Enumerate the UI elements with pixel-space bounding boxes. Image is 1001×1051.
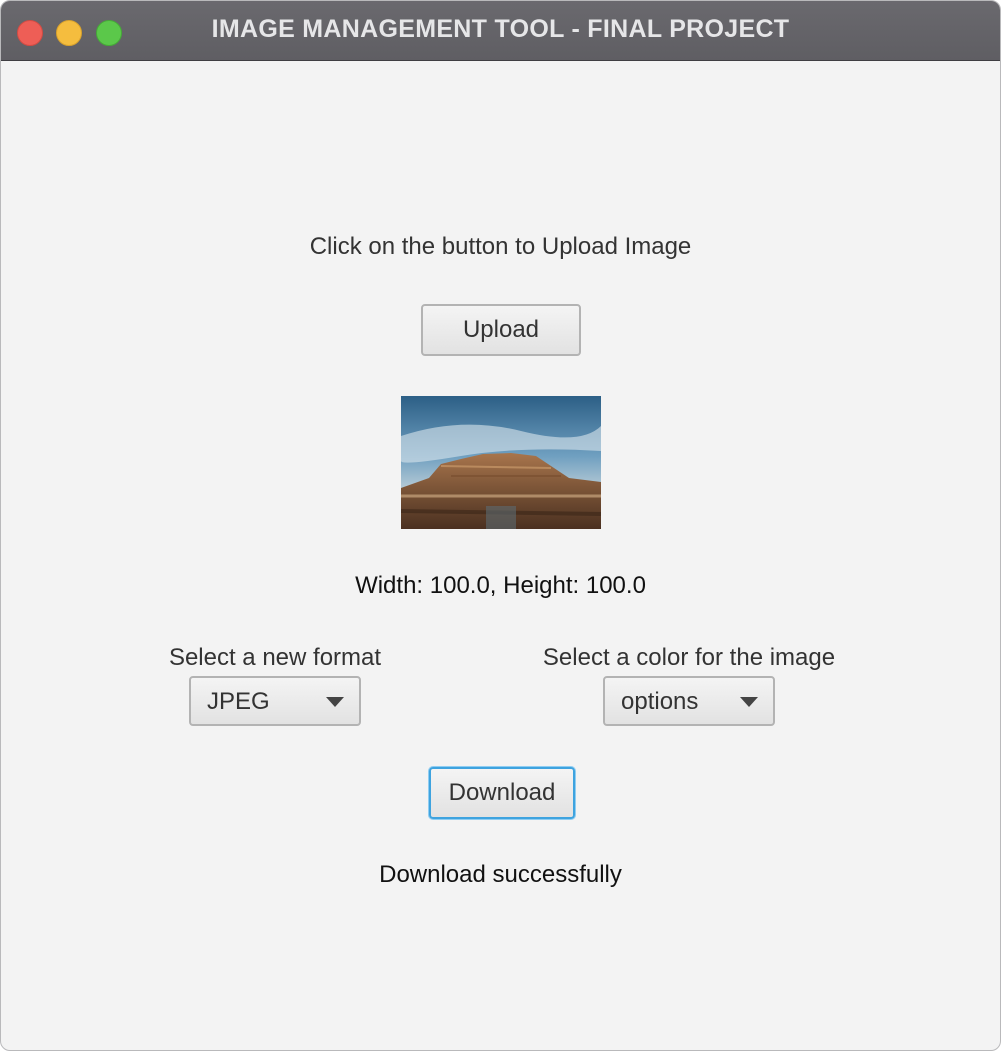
download-status: Download successfully (379, 861, 622, 888)
color-dropdown[interactable]: options (603, 676, 775, 726)
color-label: Select a color for the image (542, 644, 836, 671)
upload-button[interactable]: Upload (421, 304, 581, 356)
main-panel: Click on the button to Upload Image Uplo… (1, 61, 1000, 1050)
chevron-down-icon (326, 697, 344, 707)
upload-prompt: Click on the button to Upload Image (309, 233, 692, 260)
title-bar[interactable]: IMAGE MANAGEMENT TOOL - FINAL PROJECT (1, 1, 1000, 61)
format-dropdown[interactable]: JPEG (189, 676, 361, 726)
chevron-down-icon (740, 697, 758, 707)
color-dropdown-value: options (621, 688, 699, 715)
window-title: IMAGE MANAGEMENT TOOL - FINAL PROJECT (211, 15, 790, 43)
image-dimensions: Width: 100.0, Height: 100.0 (355, 572, 646, 599)
app-window: IMAGE MANAGEMENT TOOL - FINAL PROJECT Cl… (0, 0, 1001, 1051)
format-dropdown-value: JPEG (207, 688, 270, 715)
uploaded-image-preview (401, 396, 601, 529)
format-label: Select a new format (168, 644, 382, 671)
download-button[interactable]: Download (429, 767, 575, 819)
